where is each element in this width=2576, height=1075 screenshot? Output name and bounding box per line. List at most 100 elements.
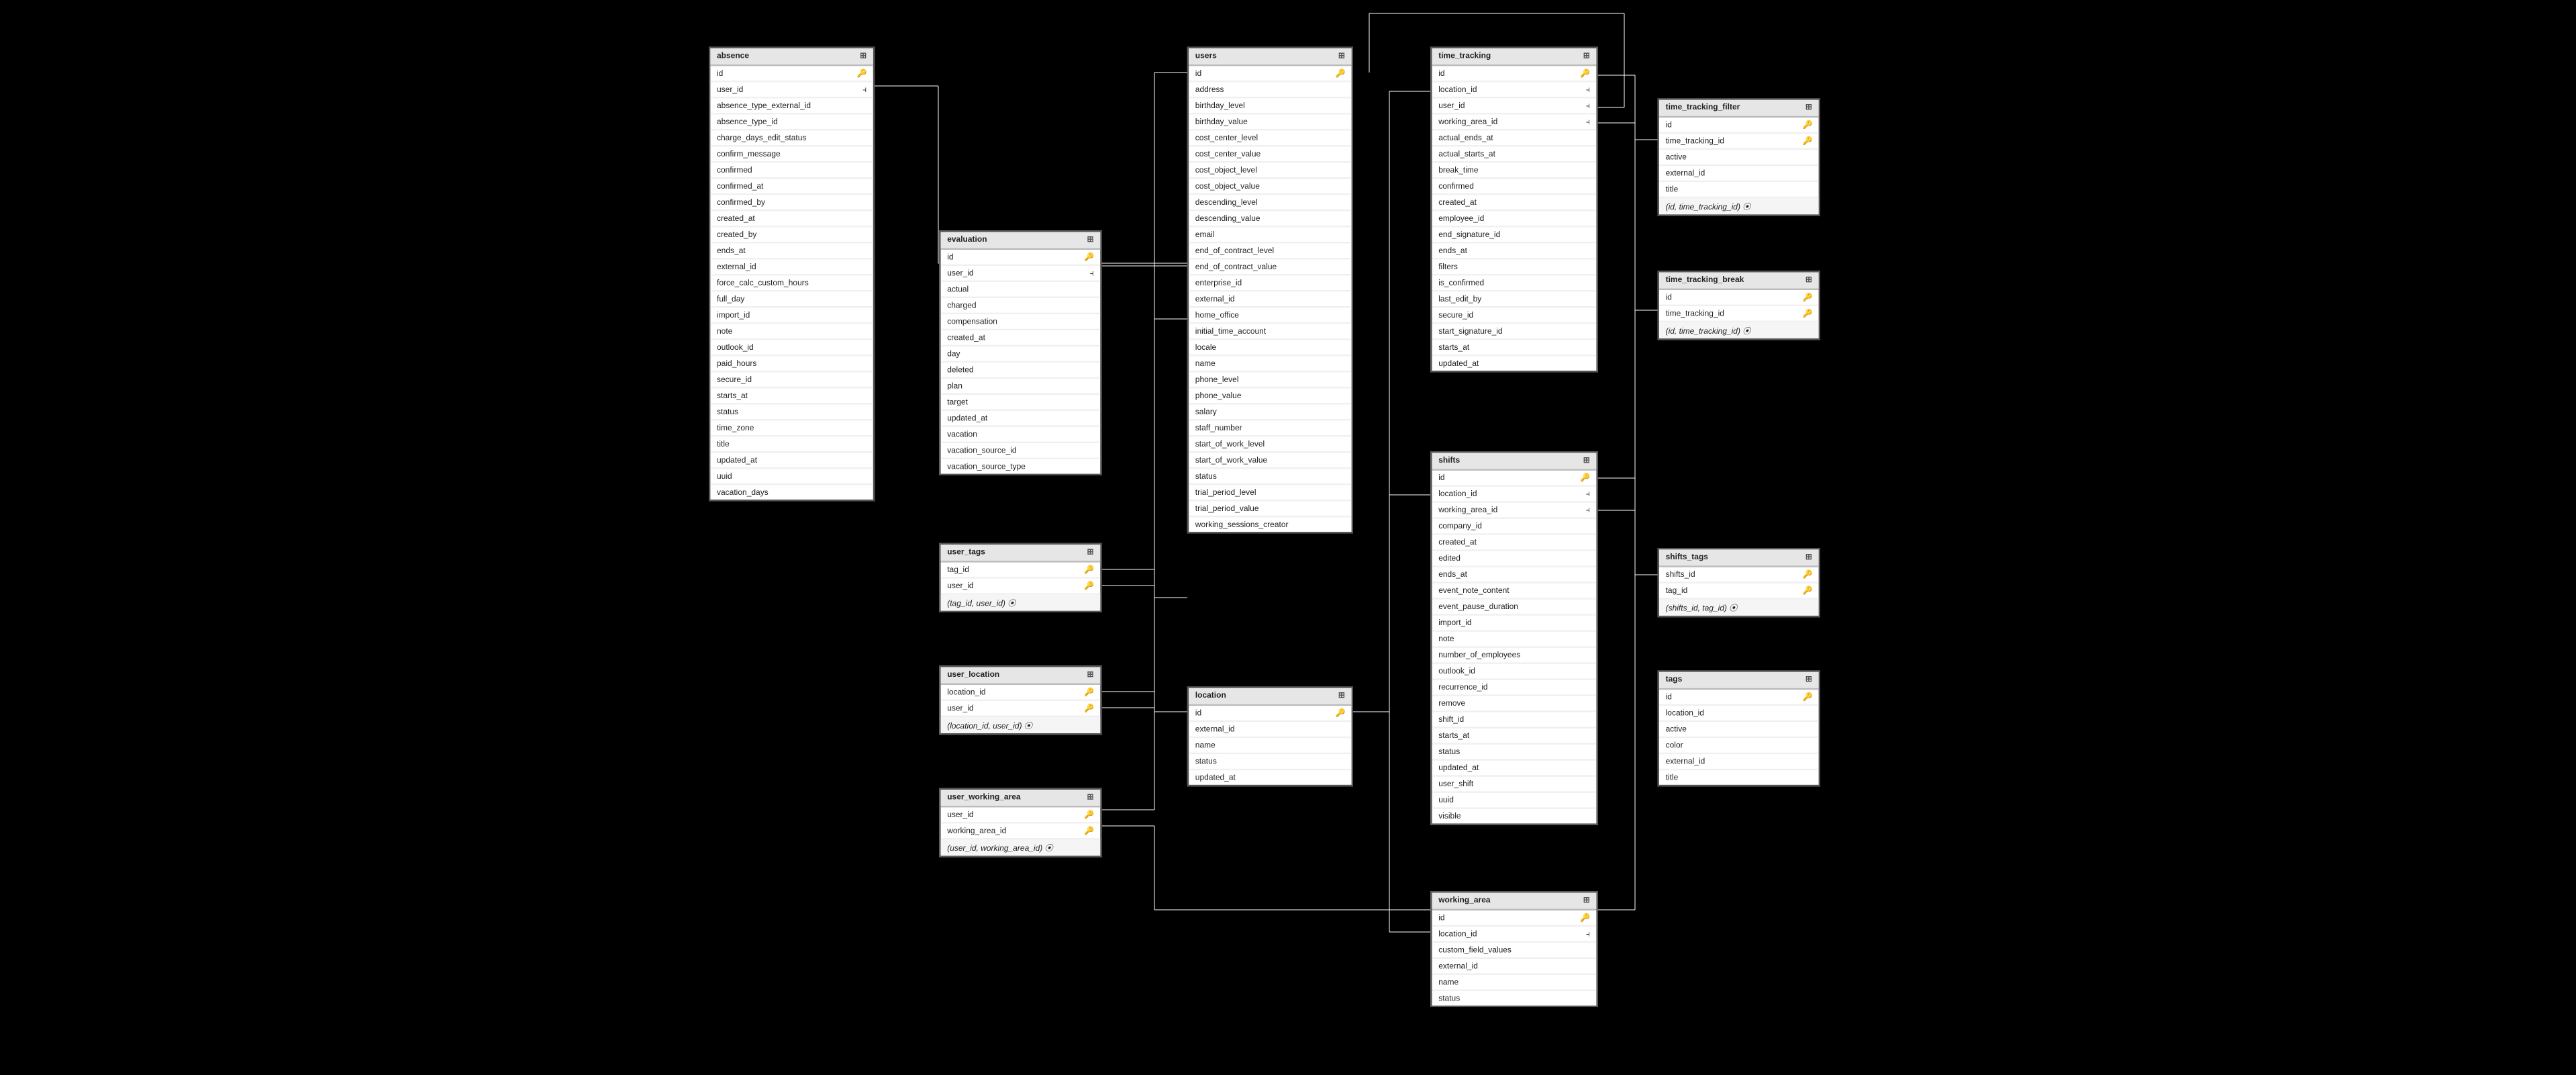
- column-row[interactable]: created_at: [1432, 535, 1597, 551]
- column-row[interactable]: name: [1189, 738, 1351, 754]
- column-row[interactable]: title: [1659, 182, 1819, 198]
- column-row[interactable]: updated_at: [1189, 770, 1351, 785]
- column-row[interactable]: created_at: [710, 211, 873, 227]
- column-row[interactable]: cost_object_level: [1189, 162, 1351, 179]
- column-row[interactable]: starts_at: [710, 388, 873, 404]
- table-header[interactable]: tags⊞: [1659, 672, 1819, 690]
- table-header[interactable]: time_tracking⊞: [1432, 48, 1597, 66]
- expand-icon[interactable]: ⊞: [1583, 896, 1590, 905]
- column-row[interactable]: phone_level: [1189, 372, 1351, 388]
- column-row[interactable]: working_area_id🔑: [941, 823, 1101, 839]
- column-row[interactable]: created_at: [1432, 195, 1597, 211]
- expand-icon[interactable]: ⊞: [1805, 103, 1812, 113]
- column-row[interactable]: cost_center_level: [1189, 130, 1351, 146]
- expand-icon[interactable]: ⊞: [1087, 670, 1094, 680]
- column-row[interactable]: last_edit_by: [1432, 291, 1597, 308]
- column-row[interactable]: updated_at: [941, 411, 1101, 427]
- column-row[interactable]: vacation_days: [710, 485, 873, 500]
- column-row[interactable]: working_area_id⫞: [1432, 114, 1597, 130]
- column-row[interactable]: location_id⫞: [1432, 487, 1597, 503]
- column-row[interactable]: uuid: [710, 469, 873, 485]
- column-row[interactable]: charge_days_edit_status: [710, 130, 873, 146]
- column-row[interactable]: start_of_work_level: [1189, 436, 1351, 453]
- column-row[interactable]: time_tracking_id🔑: [1659, 306, 1819, 322]
- column-row[interactable]: home_office: [1189, 308, 1351, 324]
- column-row[interactable]: confirmed_by: [710, 195, 873, 211]
- column-row[interactable]: ends_at: [1432, 243, 1597, 259]
- column-row[interactable]: remove: [1432, 696, 1597, 712]
- column-row[interactable]: birthday_level: [1189, 98, 1351, 114]
- table-header[interactable]: absence⊞: [710, 48, 873, 66]
- column-row[interactable]: uuid: [1432, 793, 1597, 809]
- column-row[interactable]: event_pause_duration: [1432, 600, 1597, 616]
- table-header[interactable]: time_tracking_filter⊞: [1659, 100, 1819, 118]
- column-row[interactable]: initial_time_account: [1189, 324, 1351, 340]
- column-row[interactable]: tag_id🔑: [941, 563, 1101, 579]
- table-header[interactable]: location⊞: [1189, 688, 1351, 706]
- column-row[interactable]: trial_period_level: [1189, 485, 1351, 501]
- column-row[interactable]: absence_type_id: [710, 114, 873, 130]
- column-row[interactable]: full_day: [710, 291, 873, 308]
- column-row[interactable]: end_of_contract_level: [1189, 243, 1351, 259]
- column-row[interactable]: external_id: [1432, 959, 1597, 975]
- column-row[interactable]: plan: [941, 379, 1101, 395]
- column-row[interactable]: external_id: [1189, 722, 1351, 738]
- table-header[interactable]: evaluation⊞: [941, 232, 1101, 250]
- column-row[interactable]: confirmed_at: [710, 179, 873, 195]
- table-header[interactable]: shifts⊞: [1432, 453, 1597, 470]
- column-row[interactable]: cost_object_value: [1189, 179, 1351, 195]
- column-row[interactable]: actual: [941, 282, 1101, 298]
- column-row[interactable]: end_signature_id: [1432, 227, 1597, 243]
- column-row[interactable]: shift_id: [1432, 712, 1597, 729]
- column-row[interactable]: external_id: [1189, 291, 1351, 308]
- column-row[interactable]: id🔑: [1659, 290, 1819, 306]
- table-evaluation[interactable]: evaluation⊞id🔑user_id⫞actualchargedcompe…: [939, 230, 1101, 475]
- column-row[interactable]: locale: [1189, 340, 1351, 356]
- table-user_tags[interactable]: user_tags⊞tag_id🔑user_id🔑(tag_id, user_i…: [939, 543, 1101, 612]
- column-row[interactable]: user_id⫞: [710, 82, 873, 98]
- column-row[interactable]: id🔑: [1189, 706, 1351, 722]
- column-row[interactable]: updated_at: [1432, 356, 1597, 371]
- column-row[interactable]: tag_id🔑: [1659, 583, 1819, 600]
- column-row[interactable]: user_id🔑: [941, 701, 1101, 717]
- column-row[interactable]: external_id: [710, 259, 873, 275]
- column-row[interactable]: user_id🔑: [941, 579, 1101, 595]
- column-row[interactable]: actual_ends_at: [1432, 130, 1597, 146]
- column-row[interactable]: outlook_id: [1432, 664, 1597, 680]
- expand-icon[interactable]: ⊞: [1583, 52, 1590, 61]
- table-shifts_tags[interactable]: shifts_tags⊞shifts_id🔑tag_id🔑(shifts_id,…: [1658, 548, 1820, 617]
- column-row[interactable]: company_id: [1432, 519, 1597, 535]
- column-row[interactable]: updated_at: [1432, 761, 1597, 777]
- column-row[interactable]: confirmed: [1432, 179, 1597, 195]
- expand-icon[interactable]: ⊞: [1338, 52, 1345, 61]
- column-row[interactable]: location_id⫞: [1432, 82, 1597, 98]
- column-row[interactable]: visible: [1432, 809, 1597, 824]
- table-header[interactable]: user_working_area⊞: [941, 790, 1101, 807]
- column-row[interactable]: created_at: [941, 330, 1101, 346]
- column-row[interactable]: cost_center_value: [1189, 146, 1351, 162]
- column-row[interactable]: deleted: [941, 363, 1101, 379]
- column-row[interactable]: force_calc_custom_hours: [710, 275, 873, 291]
- column-row[interactable]: custom_field_values: [1432, 943, 1597, 959]
- column-row[interactable]: is_confirmed: [1432, 275, 1597, 291]
- column-row[interactable]: status: [1189, 754, 1351, 770]
- column-row[interactable]: birthday_value: [1189, 114, 1351, 130]
- column-row[interactable]: status: [710, 404, 873, 420]
- column-row[interactable]: break_time: [1432, 162, 1597, 179]
- column-row[interactable]: starts_at: [1432, 729, 1597, 745]
- column-row[interactable]: descending_value: [1189, 211, 1351, 227]
- column-row[interactable]: working_area_id⫞: [1432, 503, 1597, 519]
- column-row[interactable]: confirm_message: [710, 146, 873, 162]
- column-row[interactable]: absence_type_external_id: [710, 98, 873, 114]
- column-row[interactable]: location_id⫞: [1432, 927, 1597, 943]
- table-header[interactable]: user_location⊞: [941, 667, 1101, 685]
- column-row[interactable]: import_id: [1432, 616, 1597, 632]
- column-row[interactable]: id🔑: [1659, 118, 1819, 134]
- column-row[interactable]: staff_number: [1189, 420, 1351, 436]
- column-row[interactable]: id🔑: [710, 66, 873, 82]
- column-row[interactable]: start_of_work_value: [1189, 453, 1351, 469]
- expand-icon[interactable]: ⊞: [1805, 553, 1812, 562]
- column-row[interactable]: confirmed: [710, 162, 873, 179]
- column-row[interactable]: id🔑: [941, 250, 1101, 266]
- column-row[interactable]: time_tracking_id🔑: [1659, 134, 1819, 150]
